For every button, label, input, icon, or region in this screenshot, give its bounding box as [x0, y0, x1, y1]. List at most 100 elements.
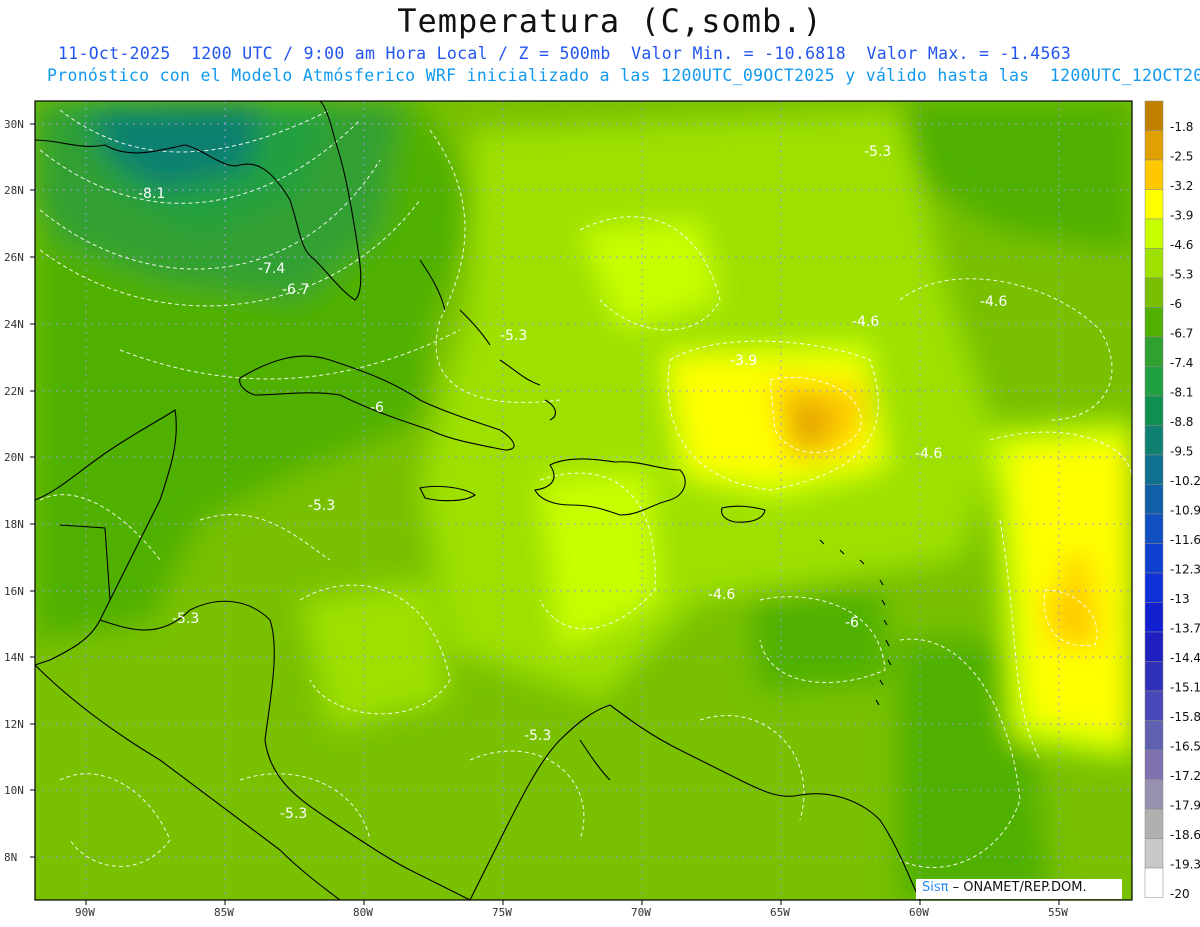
colorbar-label: -1.8 [1170, 120, 1193, 134]
colorbar-label: -3.9 [1170, 208, 1193, 222]
lon-label: 65W [770, 906, 790, 919]
colorbar-swatch [1144, 100, 1164, 131]
lat-label: 28N [4, 184, 24, 197]
colorbar-swatch [1144, 513, 1164, 544]
colorbar-label: -20 [1170, 887, 1190, 901]
contour-label: -4.6 [708, 587, 735, 603]
colorbar-swatch [1144, 779, 1164, 810]
colorbar-label: -19.3 [1170, 857, 1200, 871]
colorbar-label: -6.7 [1170, 326, 1193, 340]
contour-label: -4.6 [980, 294, 1007, 310]
latitude-labels: 30N 28N 26N 24N 22N 20N 18N 16N 14N 12N … [4, 118, 24, 864]
colorbar-swatch [1144, 277, 1164, 308]
colorbar-swatch [1144, 307, 1164, 338]
colorbar-swatch [1144, 218, 1164, 249]
lat-label: 8N [4, 851, 17, 864]
lat-label: 26N [4, 251, 24, 264]
colorbar-label: -16.5 [1170, 739, 1200, 753]
colorbar-label: -9.5 [1170, 444, 1193, 458]
lat-label: 18N [4, 518, 24, 531]
lon-label: 90W [75, 906, 95, 919]
brand-logo-text: Sisπ [922, 880, 949, 895]
colorbar-label: -2.5 [1170, 149, 1193, 163]
colorbar-swatch [1144, 572, 1164, 603]
colorbar-label: -10.9 [1170, 503, 1200, 517]
colorbar-label: -5.3 [1170, 267, 1193, 281]
colorbar-swatch [1144, 189, 1164, 220]
colorbar-label: -13.7 [1170, 621, 1200, 635]
colorbar-label: -7.4 [1170, 356, 1193, 370]
colorbar-label: -3.2 [1170, 179, 1193, 193]
colorbar-label: -18.6 [1170, 828, 1200, 842]
colorbar-label: -6 [1170, 297, 1182, 311]
lon-label: 55W [1048, 906, 1068, 919]
contour-label: -6 [845, 615, 859, 631]
colorbar-swatch [1144, 484, 1164, 515]
lat-label: 22N [4, 385, 24, 398]
colorbar-swatch [1144, 602, 1164, 633]
colorbar-label: -8.1 [1170, 385, 1193, 399]
colorbar-label: -14.4 [1170, 651, 1200, 665]
lat-label: 16N [4, 585, 24, 598]
contour-label: -5.3 [280, 806, 307, 822]
colorbar-label: -4.6 [1170, 238, 1193, 252]
colorbar-swatch [1144, 130, 1164, 161]
contour-label: -4.6 [915, 446, 942, 462]
colorbar-label: -15.1 [1170, 680, 1200, 694]
colorbar-swatch [1144, 159, 1164, 190]
colorbar-swatch [1144, 366, 1164, 397]
longitude-labels: 90W 85W 80W 75W 70W 65W 60W 55W [75, 906, 1068, 919]
colorbar-swatch [1144, 808, 1164, 839]
colorbar-label: -11.6 [1170, 533, 1200, 547]
colorbar-swatch [1144, 661, 1164, 692]
lat-label: 12N [4, 718, 24, 731]
lon-label: 85W [214, 906, 234, 919]
lon-label: 60W [909, 906, 929, 919]
lon-label: 80W [353, 906, 373, 919]
contour-label: -5.3 [524, 728, 551, 744]
lat-label: 10N [4, 784, 24, 797]
colorbar-label: -12.3 [1170, 562, 1200, 576]
contour-label: -5.3 [308, 498, 335, 514]
contour-label: -4.6 [852, 314, 879, 330]
temperature-map: -8.1 -7.4 -6.7 -5.3 -6 -5.3 -5.3 -5.3 -5… [4, 100, 1200, 919]
colorbar-swatch [1144, 395, 1164, 426]
colorbar-label: -15.8 [1170, 710, 1200, 724]
colorbar-swatch [1144, 336, 1164, 367]
credit-text: – ONAMET/REP.DOM. [948, 880, 1087, 895]
contour-label: -3.9 [730, 353, 757, 369]
credit-box: Sisπ – ONAMET/REP.DOM. [916, 879, 1122, 899]
colorbar-label: -8.8 [1170, 415, 1193, 429]
contour-label: -5.3 [864, 144, 891, 160]
contour-label: -7.4 [258, 261, 285, 277]
contour-label: -5.3 [500, 328, 527, 344]
lat-label: 14N [4, 651, 24, 664]
colorbar-swatch [1144, 838, 1164, 869]
colorbar-label: -10.2 [1170, 474, 1200, 488]
temperature-field [35, 101, 1132, 900]
colorbar-swatch [1144, 248, 1164, 279]
contour-label: -5.3 [172, 611, 199, 627]
lat-label: 24N [4, 318, 24, 331]
lon-label: 70W [631, 906, 651, 919]
colorbar-label: -17.2 [1170, 769, 1200, 783]
colorbar-swatch [1144, 690, 1164, 721]
colorbar-swatch [1144, 425, 1164, 456]
colorbar-label: -13 [1170, 592, 1190, 606]
colorbar-swatch [1144, 631, 1164, 662]
lon-ticks [85, 900, 1060, 905]
contour-label: -6.7 [282, 282, 309, 298]
lon-label: 75W [492, 906, 512, 919]
contour-label: -6 [370, 400, 384, 416]
colorbar-swatch [1144, 867, 1164, 898]
colorbar-swatch [1144, 543, 1164, 574]
colorbar-swatch [1144, 454, 1164, 485]
lat-ticks [30, 123, 35, 858]
colorbar-swatch [1144, 720, 1164, 751]
colorbar-label: -17.9 [1170, 798, 1200, 812]
colorbar-swatch [1144, 749, 1164, 780]
contour-label: -8.1 [138, 186, 165, 202]
colorbar: -1.8 -2.5 -3.2 -3.9 -4.6 -5.3 -6 -6.7 -7.4 -8.1 -8… [1144, 100, 1200, 901]
lat-label: 20N [4, 451, 24, 464]
lat-label: 30N [4, 118, 24, 131]
